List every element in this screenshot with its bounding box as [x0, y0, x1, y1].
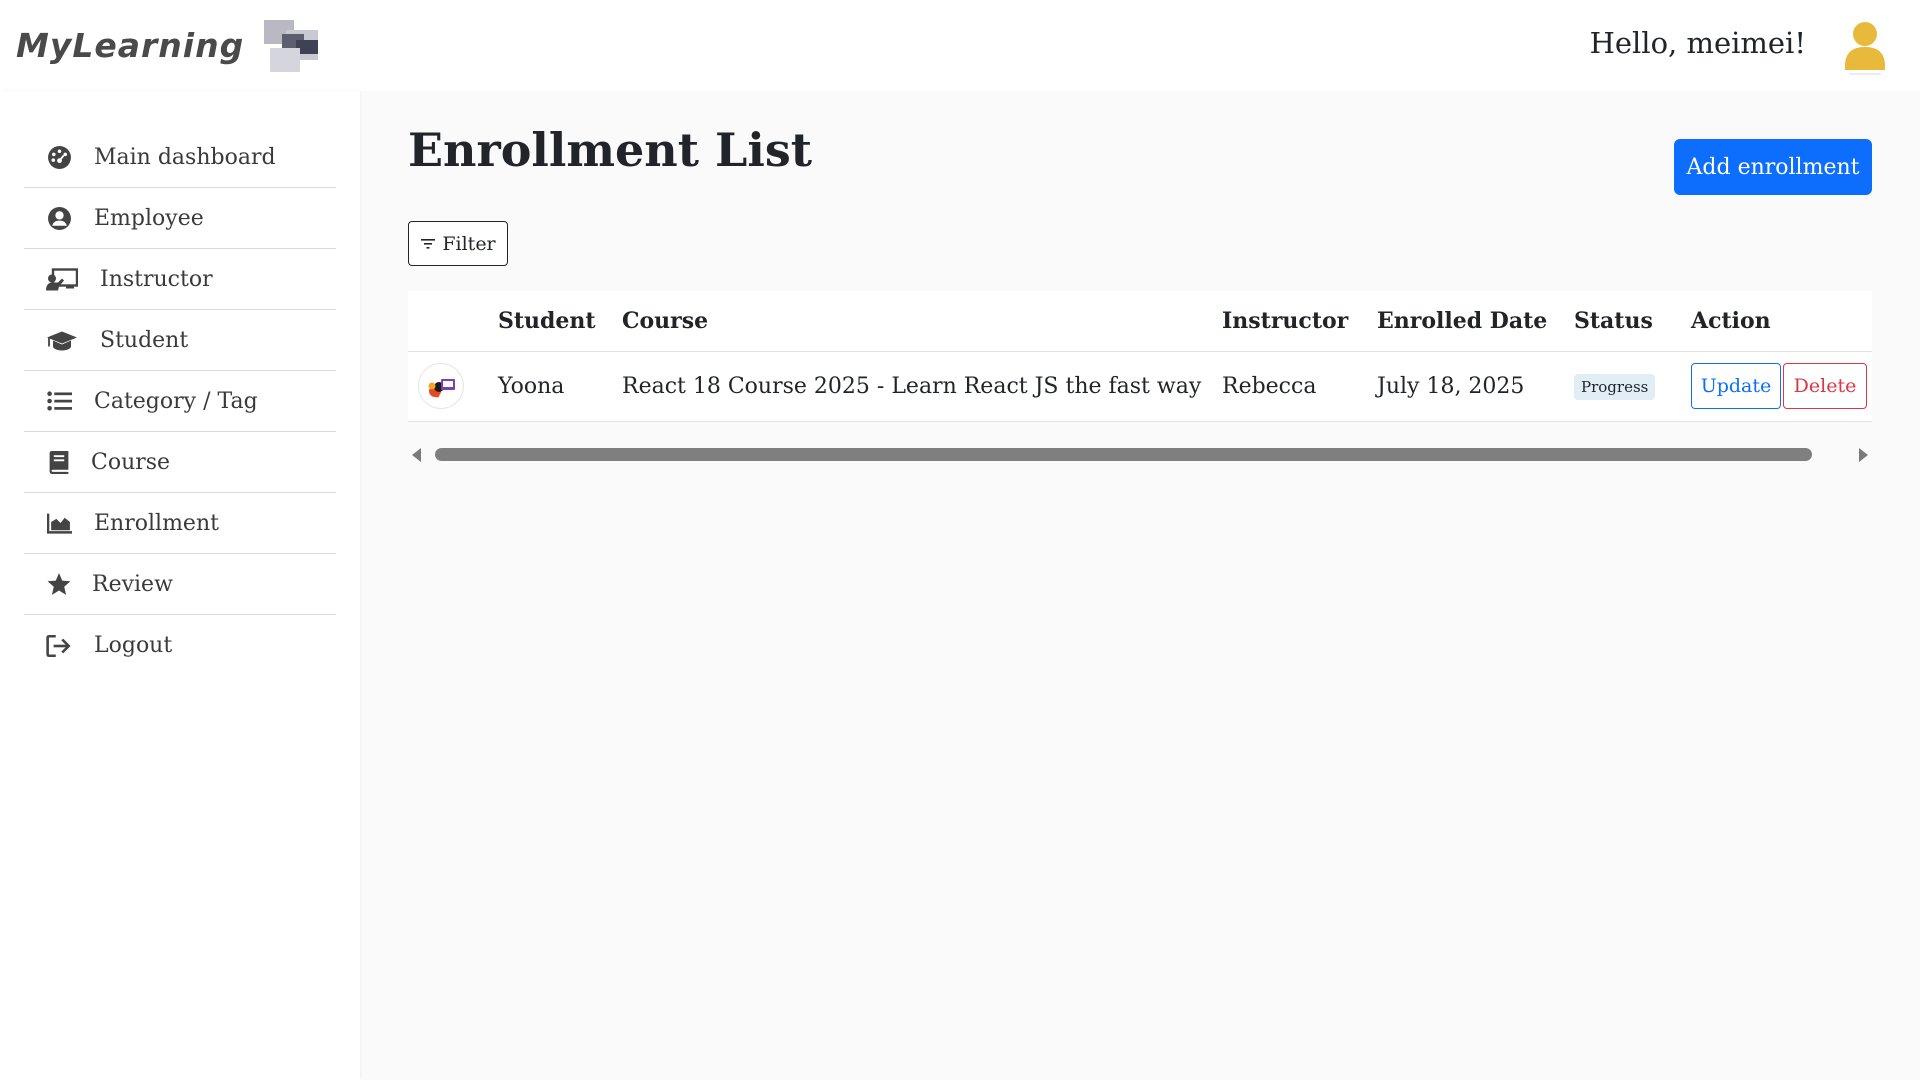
- sidebar-item-course[interactable]: Course: [24, 432, 336, 493]
- main-content: Enrollment List Add enrollment Filter St…: [362, 91, 1920, 1080]
- logo-mark-icon: [264, 20, 318, 72]
- column-header-course: Course: [622, 291, 1222, 352]
- page-title: Enrollment List: [408, 123, 812, 177]
- sidebar-item-label: Category / Tag: [94, 388, 258, 414]
- sidebar-item-enrollment[interactable]: Enrollment: [24, 493, 336, 554]
- horizontal-scrollbar[interactable]: [408, 444, 1872, 464]
- book-icon: [46, 449, 72, 475]
- course-cell: React 18 Course 2025 - Learn React JS th…: [622, 351, 1222, 422]
- sidebar: Main dashboard Employee Instructor Stude…: [0, 91, 360, 1080]
- scroll-right-arrow-icon[interactable]: [1859, 448, 1868, 462]
- scroll-left-arrow-icon[interactable]: [412, 448, 421, 462]
- greeting-text: Hello, meimei!: [1589, 26, 1806, 60]
- table-header-row: Student Course Instructor Enrolled Date …: [408, 291, 1872, 352]
- add-enrollment-button[interactable]: Add enrollment: [1674, 139, 1872, 195]
- sidebar-nav: Main dashboard Employee Instructor Stude…: [24, 127, 336, 676]
- course-thumbnail: [418, 363, 464, 409]
- action-cell: Update Delete: [1691, 351, 1872, 422]
- sidebar-item-label: Instructor: [100, 266, 213, 292]
- table-row: Yoona React 18 Course 2025 - Learn React…: [408, 351, 1872, 422]
- instructor-cell: Rebecca: [1222, 351, 1377, 422]
- sidebar-item-label: Enrollment: [94, 510, 219, 536]
- column-header-enrolled-date: Enrolled Date: [1377, 291, 1574, 352]
- column-header-status: Status: [1574, 291, 1691, 352]
- scrollbar-thumb[interactable]: [435, 448, 1812, 461]
- top-header: MyLearning Hello, meimei!: [0, 0, 1920, 91]
- graduation-cap-icon: [46, 327, 78, 353]
- update-button[interactable]: Update: [1691, 363, 1781, 409]
- logo[interactable]: MyLearning: [16, 18, 320, 76]
- list-icon: [46, 388, 72, 414]
- delete-button[interactable]: Delete: [1783, 363, 1867, 409]
- chalkboard-teacher-icon: [46, 266, 78, 292]
- filter-icon: [421, 238, 436, 249]
- sidebar-item-label: Course: [91, 449, 171, 475]
- sidebar-item-main-dashboard[interactable]: Main dashboard: [24, 127, 336, 188]
- filter-button[interactable]: Filter: [408, 221, 508, 266]
- sidebar-item-label: Employee: [94, 205, 204, 231]
- sidebar-item-label: Review: [92, 571, 173, 597]
- sidebar-item-employee[interactable]: Employee: [24, 188, 336, 249]
- filter-label: Filter: [442, 232, 496, 255]
- user-avatar-icon[interactable]: [1843, 20, 1887, 76]
- student-cell: Yoona: [498, 351, 622, 422]
- column-header-instructor: Instructor: [1222, 291, 1377, 352]
- status-cell: Progress: [1574, 351, 1691, 422]
- logout-icon: [46, 633, 72, 659]
- logo-text: MyLearning: [16, 26, 245, 65]
- area-chart-icon: [46, 510, 72, 536]
- status-badge: Progress: [1574, 373, 1656, 400]
- sidebar-item-instructor[interactable]: Instructor: [24, 249, 336, 310]
- sidebar-item-category-tag[interactable]: Category / Tag: [24, 371, 336, 432]
- course-thumbnail-cell: [408, 351, 498, 422]
- sidebar-item-label: Student: [100, 327, 189, 353]
- user-circle-icon: [46, 205, 72, 231]
- sidebar-item-label: Main dashboard: [94, 144, 276, 170]
- star-icon: [46, 571, 72, 597]
- enrolled-date-cell: July 18, 2025: [1377, 351, 1574, 422]
- dashboard-icon: [46, 144, 72, 170]
- column-header-image: [408, 291, 498, 352]
- column-header-action: Action: [1691, 291, 1872, 352]
- sidebar-item-logout[interactable]: Logout: [24, 615, 336, 676]
- sidebar-item-student[interactable]: Student: [24, 310, 336, 371]
- sidebar-item-label: Logout: [94, 633, 173, 658]
- enrollment-table: Student Course Instructor Enrolled Date …: [408, 291, 1872, 422]
- sidebar-item-review[interactable]: Review: [24, 554, 336, 615]
- column-header-student: Student: [498, 291, 622, 352]
